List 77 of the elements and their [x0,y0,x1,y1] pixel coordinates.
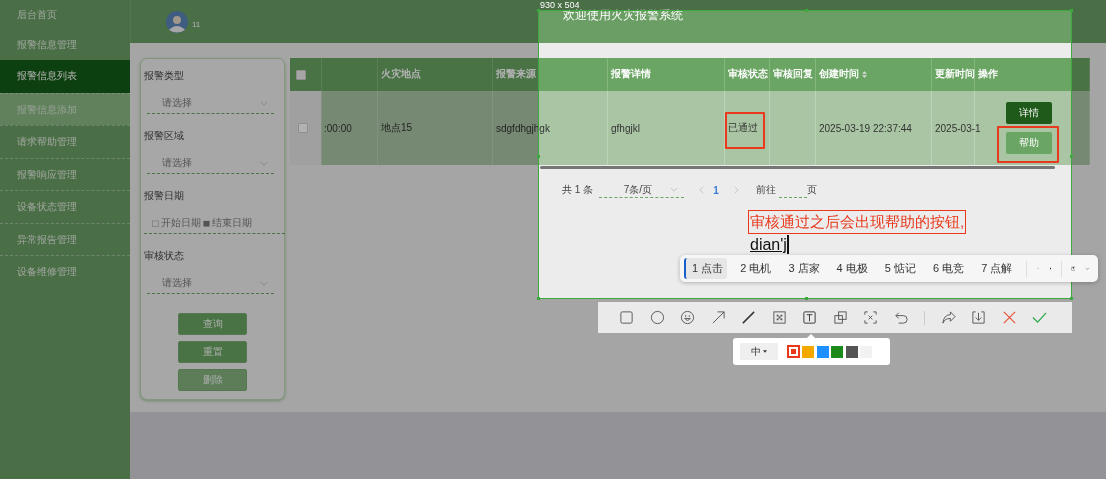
text-tool-icon[interactable] [802,310,817,325]
select-field[interactable]: 请选择 [147,153,274,174]
column-header[interactable]: 操作 [978,68,998,81]
font-size-select[interactable]: 中 [740,343,778,360]
copy-icon[interactable] [832,310,848,325]
column-header[interactable]: 火灾地点 [381,68,421,81]
annotation-text[interactable]: 审核通过之后会出现帮助的按钮, [748,210,967,234]
close-icon[interactable] [1001,310,1017,325]
user-name: 11 [192,20,201,29]
column-header[interactable]: 创建时间 [819,68,867,81]
candidate[interactable]: 1 点击 [684,258,728,279]
caret-icon [763,350,767,353]
table-cell: :00:00 [324,122,352,134]
candidate[interactable]: 4 电极 [830,258,872,279]
table-cell: 2025-03-19 22:37:44 [819,122,912,134]
chevron-icon [260,160,268,166]
check-icon[interactable] [1032,310,1047,325]
color-swatch[interactable] [802,345,814,358]
checkbox[interactable] [296,69,306,80]
scan-icon[interactable] [863,310,878,325]
goto-suffix: 页 [806,183,817,197]
highlight-rectangle [997,126,1059,163]
circle-icon[interactable] [649,310,665,325]
candidate[interactable]: 5 惦记 [878,258,920,279]
filter-label: 报警区域 [144,129,184,143]
candidate[interactable]: 3 店家 [782,258,824,279]
table-cell: gfhgjkl [611,122,640,134]
color-swatch[interactable] [845,345,858,358]
calendar-icon [203,219,210,227]
table-cell: 已通过 [728,121,758,135]
candidate[interactable]: 6 电竞 [926,258,969,279]
sidebar-item[interactable]: 报警信息列表 [0,60,130,93]
column-header[interactable]: 报警来源 [496,68,536,81]
line-icon[interactable] [741,310,756,325]
total-count: 共 1 条 [562,183,594,197]
chevron-icon [260,100,268,106]
page-size-select[interactable]: 7条/页 [599,182,685,198]
candidate[interactable]: 7 点解 [975,258,1017,279]
undo-icon[interactable] [893,310,909,325]
action-button[interactable]: 详情 [1006,102,1052,124]
select-field[interactable]: 请选择 [147,93,274,114]
scrollbar[interactable] [540,166,1055,169]
page-number[interactable]: 1 [713,184,719,196]
action-button[interactable]: 帮助 [1006,132,1052,154]
mosaic-icon[interactable] [771,310,787,325]
date-range-field[interactable]: 开始日期 结束日期 [144,213,285,234]
chevron-icon [260,280,268,286]
select-field[interactable]: 请选择 [147,273,274,294]
sidebar-item[interactable]: 后台首页 [0,0,130,30]
goto-label: 前往 [755,183,776,197]
sidebar-item[interactable]: 报警信息管理 [0,30,130,60]
candidate[interactable]: 2 电机 [734,258,776,279]
filter-label: 审核状态 [144,249,184,263]
checkbox[interactable] [298,123,308,133]
download-icon[interactable] [971,310,986,325]
chevron-icon [670,187,679,192]
filter-button[interactable]: 重置 [178,341,247,363]
color-swatch[interactable] [816,345,829,358]
table-cell: 地点15 [381,121,413,135]
column-header[interactable]: 审核状态 [728,68,768,81]
filter-label: 报警类型 [144,69,184,83]
share-icon[interactable] [940,310,956,325]
color-swatch[interactable] [831,345,843,358]
avatar-icon[interactable] [166,10,188,33]
filter-button[interactable]: 查询 [178,313,247,335]
column-header[interactable]: 报警详情 [611,68,651,81]
highlight-rectangle [725,112,765,149]
filter-label: 报警日期 [144,189,184,203]
sort-icon[interactable] [862,71,867,78]
calendar-icon [152,219,159,227]
table-cell: 2025-03-1 [935,122,981,134]
arrow-icon[interactable] [710,310,726,325]
column-header[interactable]: 审核回复 [773,68,813,81]
rectangle-icon[interactable] [619,310,634,325]
color-swatch[interactable] [786,345,800,358]
column-header[interactable]: 更新时间 [935,68,975,81]
smiley-icon[interactable] [680,310,695,325]
